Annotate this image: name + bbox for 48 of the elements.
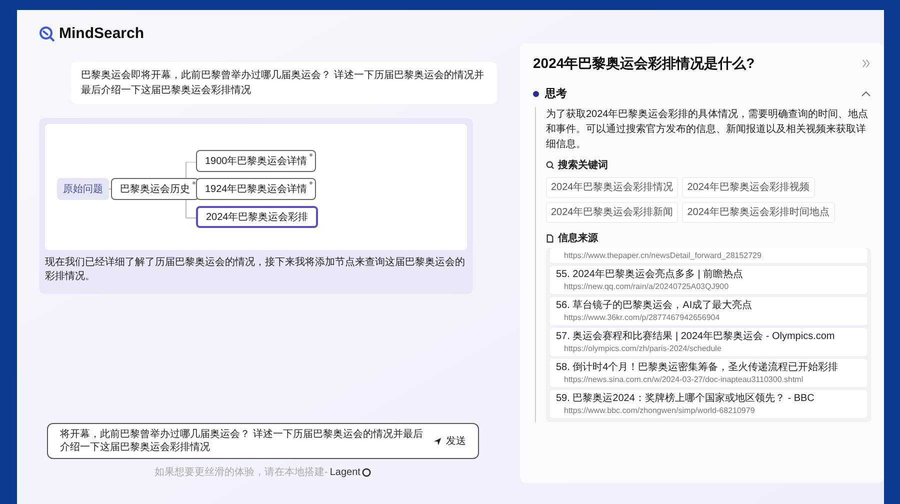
keyword-tag: 2024年巴黎奥运会彩排新闻	[546, 202, 678, 222]
source-item[interactable]: 55. 2024年巴黎奥运会亮点多多 | 前瞻热点 https://new.qq.com/rain/a/20240725A03QJ900	[550, 266, 867, 294]
source-title: 56. 草台镜子的巴黎奥运会，AI成了最大亮点	[556, 298, 754, 312]
source-url: https://www.36kr.com/p/2877467942656904	[563, 312, 721, 322]
app-name: MindSearch	[59, 24, 144, 44]
send-button[interactable]: 发送	[433, 434, 466, 448]
logo-icon	[39, 26, 55, 42]
input-value: 将开幕，此前巴黎曾举办过哪几届奥运会？ 详述一下历届巴黎奥运会的情况并最后介绍一下这届巴黎奥运会彩排情况	[60, 428, 424, 454]
source-item[interactable]: 59. 巴黎奥运2024：奖牌榜上哪个国家或地区领先？ - BBC https://www.bbc.com/zhongwen/simp/world-68210979	[550, 390, 867, 418]
source-url: https://www.bbc.com/zhongwen/simp/world-68210979	[563, 404, 756, 416]
source-title: 55. 2024年巴黎奥运会亮点多多 | 前瞻热点	[556, 268, 744, 280]
keyword-tag: 2024年巴黎奥运会彩排情况	[546, 176, 678, 198]
footer-text: 如果想要更丝滑的体验，请在本地搭建-	[154, 466, 328, 480]
mindmap-node[interactable]: 2024年巴黎奥运会彩排	[196, 206, 318, 228]
source-item[interactable]: 58. 倒计时4个月！巴黎奥运密集筹备，圣火传递流程已开始彩排 https://news.sina.com.cn/w/2024-03-27/doc-inapteau3110300.shtml	[550, 358, 867, 386]
source-item[interactable]: https://www.thepaper.cn/newsDetail_forward_28152729	[550, 248, 867, 262]
source-url: https://www.thepaper.cn/newsDetail_forward_28152729	[563, 250, 762, 260]
source-title: 57. 奥运会赛程和比赛结果 | 2024年巴黎奥运会 - Olympics.com	[556, 330, 836, 342]
toggle-section-button[interactable]	[861, 91, 871, 98]
status-message: 现在我们已经详细了解了历届巴黎奥运会的情况，接下来我将添加节点来查询这届巴黎奥运会的彩排情况。	[45, 256, 466, 284]
sources-title: 信息来源	[558, 232, 598, 246]
keywords-title: 搜索关键词	[558, 158, 608, 172]
double-chevron-icon	[862, 59, 871, 68]
user-question: 巴黎奥运会即将开幕，此前巴黎曾举办过哪几届奥运会？ 详述一下历届巴黎奥运会的情况并最后介绍一下这届巴黎奥运会彩排情况	[71, 62, 497, 104]
panel-title: 2024年巴黎奥运会彩排情况是什么?	[533, 54, 755, 73]
keyword-tag: 2024年巴黎奥运会彩排视频	[682, 176, 814, 198]
source-url: https://news.sina.com.cn/w/2024-03-27/doc-inapteau3110300.shtml	[563, 374, 804, 384]
search-icon	[546, 161, 554, 169]
keyword-tag: 2024年巴黎奥运会彩排时间地点	[682, 202, 834, 222]
chevron-icon	[861, 91, 871, 98]
document-icon	[546, 234, 554, 242]
source-title: 59. 巴黎奥运2024：奖牌榜上哪个国家或地区领先？ - BBC	[556, 392, 816, 404]
collapse-panel-button[interactable]	[862, 59, 871, 68]
source-url: https://new.qq.com/rain/a/20240725A03QJ900	[563, 280, 730, 292]
chat-input[interactable]: 将开幕，此前巴黎曾举办过哪几届奥运会？ 详述一下历届巴黎奥运会的情况并最后介绍一下这届巴黎奥运会彩排情况 发送	[47, 423, 479, 459]
mindmap-node[interactable]: 巴黎奥运会历史	[111, 178, 199, 200]
send-icon	[433, 436, 442, 446]
section-title: 思考	[545, 86, 567, 102]
mindmap-node[interactable]: 1900年巴黎奥运会详情	[196, 150, 316, 172]
bullet-icon	[533, 91, 539, 98]
mindmap-node[interactable]: 1924年巴黎奥运会详情	[196, 178, 316, 200]
root-node[interactable]: 原始问题	[57, 178, 109, 200]
source-item[interactable]: 56. 草台镜子的巴黎奥运会，AI成了最大亮点 https://www.36kr.com/p/2877467942656904	[550, 296, 867, 324]
lagent-link[interactable]: Lagent	[330, 465, 360, 480]
source-url: https://olympics.com/zh/paris-2024/schedule	[563, 342, 722, 354]
source-item[interactable]: 57. 奥运会赛程和比赛结果 | 2024年巴黎奥运会 - Olympics.com https://olympics.com/zh/paris-2024/schedule	[550, 328, 867, 356]
source-title: 58. 倒计时4个月！巴黎奥运密集筹备，圣火传递流程已开始彩排	[556, 360, 840, 374]
thought-text: 为了获取2024年巴黎奥运会彩排的具体情况，需要明确查询的时间、地点和事件。可以通过搜索官方发布的信息、新闻报道以及相关视频来获取详细信息。	[546, 108, 870, 152]
